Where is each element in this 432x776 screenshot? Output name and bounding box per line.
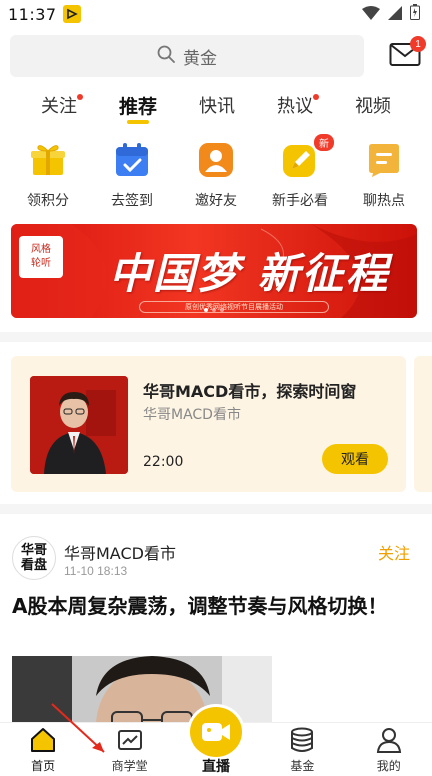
nav-mine[interactable]: 我的 [349,723,429,776]
mail-badge: 1 [410,36,426,52]
banner-pagination [204,308,224,312]
live-time: 22:00 [143,454,184,470]
banner-logo-text: 风格 [31,244,51,255]
feed-tabs: 关注 推荐 快讯 热议 视频 [0,88,432,128]
new-badge: 新 [314,134,334,151]
active-tab-indicator [126,120,149,124]
banner-dot [204,308,208,312]
battery-icon [410,4,420,24]
quick-action-label: 领积分 [27,193,69,209]
live-thumbnail [30,376,128,474]
watch-button[interactable]: 观看 [322,444,388,474]
quick-action-earn-points[interactable]: 领积分 [8,140,88,214]
app-notification-icon [62,5,81,23]
tab-notification-dot [76,94,83,100]
tab-label: 热议 [276,96,313,117]
quick-action-beginner-guide[interactable]: 新 新手必看 [260,134,340,214]
tab-label: 视频 [354,96,391,117]
messages-button[interactable]: 1 [388,36,426,72]
search-placeholder: 黄金 [183,48,217,69]
nav-label: 商学堂 [111,759,148,773]
pen-icon: 新 [280,134,334,180]
live-author: 华哥MACD看市 [143,407,241,423]
status-time: 11:37 [8,4,57,24]
database-icon [291,727,314,752]
gift-icon [28,140,68,180]
status-bar: 11:37 [0,0,432,28]
next-live-card[interactable] [414,356,432,492]
section-divider [0,332,432,342]
person-icon [196,140,236,180]
avatar-text: 华哥 [20,543,47,558]
live-card[interactable]: 华哥MACD看市，探索时间窗 华哥MACD看市 22:00 观看 [11,356,406,492]
tab-label: 推荐 [118,96,157,118]
quick-action-label: 去签到 [111,193,153,209]
nav-label: 我的 [376,759,401,773]
live-center-button [187,704,245,760]
banner-dot [212,308,216,312]
signal-icon [388,5,402,24]
avatar[interactable]: 华哥 看盘 [12,536,56,580]
live-title: 华哥MACD看市，探索时间窗 [143,382,357,401]
follow-button[interactable]: 关注 [378,540,410,564]
post-title[interactable]: A股本周复杂震荡，调整节奏与风格切换！ [12,590,412,622]
tab-label: 快讯 [198,96,235,117]
nav-fund[interactable]: 基金 [262,723,342,776]
quick-action-invite-friends[interactable]: 邀好友 [176,140,256,214]
quick-action-label: 新手必看 [272,193,328,209]
tab-recommend[interactable]: 推荐 [113,88,163,124]
quick-actions: 领积分 去签到 邀好友 新 新手必看 聊热点 [0,134,432,214]
tab-notification-dot [312,94,319,100]
calendar-icon [112,140,152,180]
tab-flash-news[interactable]: 快讯 [193,88,241,124]
nav-label: 基金 [290,759,315,773]
wifi-icon [362,5,380,24]
post-timestamp: 11-10 18:13 [64,564,128,578]
annotation-arrow [51,703,105,753]
quick-action-check-in[interactable]: 去签到 [92,140,172,214]
banner-dot [220,308,224,312]
tab-label: 关注 [40,96,77,117]
search-input[interactable]: 黄金 [10,35,364,77]
feed-post[interactable]: 华哥 看盘 华哥MACD看市 11-10 18:13 关注 A股本周复杂震荡，调… [0,524,432,756]
search-row: 黄金 1 [10,34,426,78]
quick-action-hot-topics[interactable]: 聊热点 [344,140,424,214]
quick-action-label: 邀好友 [195,193,237,209]
banner-subtitle: 原创优秀网络视听节目展播活动 [139,301,329,313]
nav-label: 直播 [202,759,230,775]
section-divider [0,504,432,514]
search-icon [157,45,175,67]
tab-follow[interactable]: 关注 [35,88,83,124]
user-icon [376,728,401,753]
chat-icon [364,140,404,180]
avatar-text: 看盘 [20,558,47,573]
banner-title: 中国梦 新征程 [109,249,390,298]
promo-banner[interactable]: 风格 轮听 中国梦 新征程 原创优秀网络视听节目展播活动 [11,224,417,318]
quick-action-label: 聊热点 [363,193,405,209]
nav-live[interactable]: 直播 [186,704,246,776]
video-camera-icon [202,723,230,741]
banner-logo: 风格 轮听 [19,236,63,278]
chart-board-icon [117,730,142,750]
post-author[interactable]: 华哥MACD看市 [64,540,176,564]
tab-video[interactable]: 视频 [349,88,397,124]
banner-logo-text: 轮听 [31,258,51,269]
tab-hot-discussion[interactable]: 热议 [271,88,319,124]
